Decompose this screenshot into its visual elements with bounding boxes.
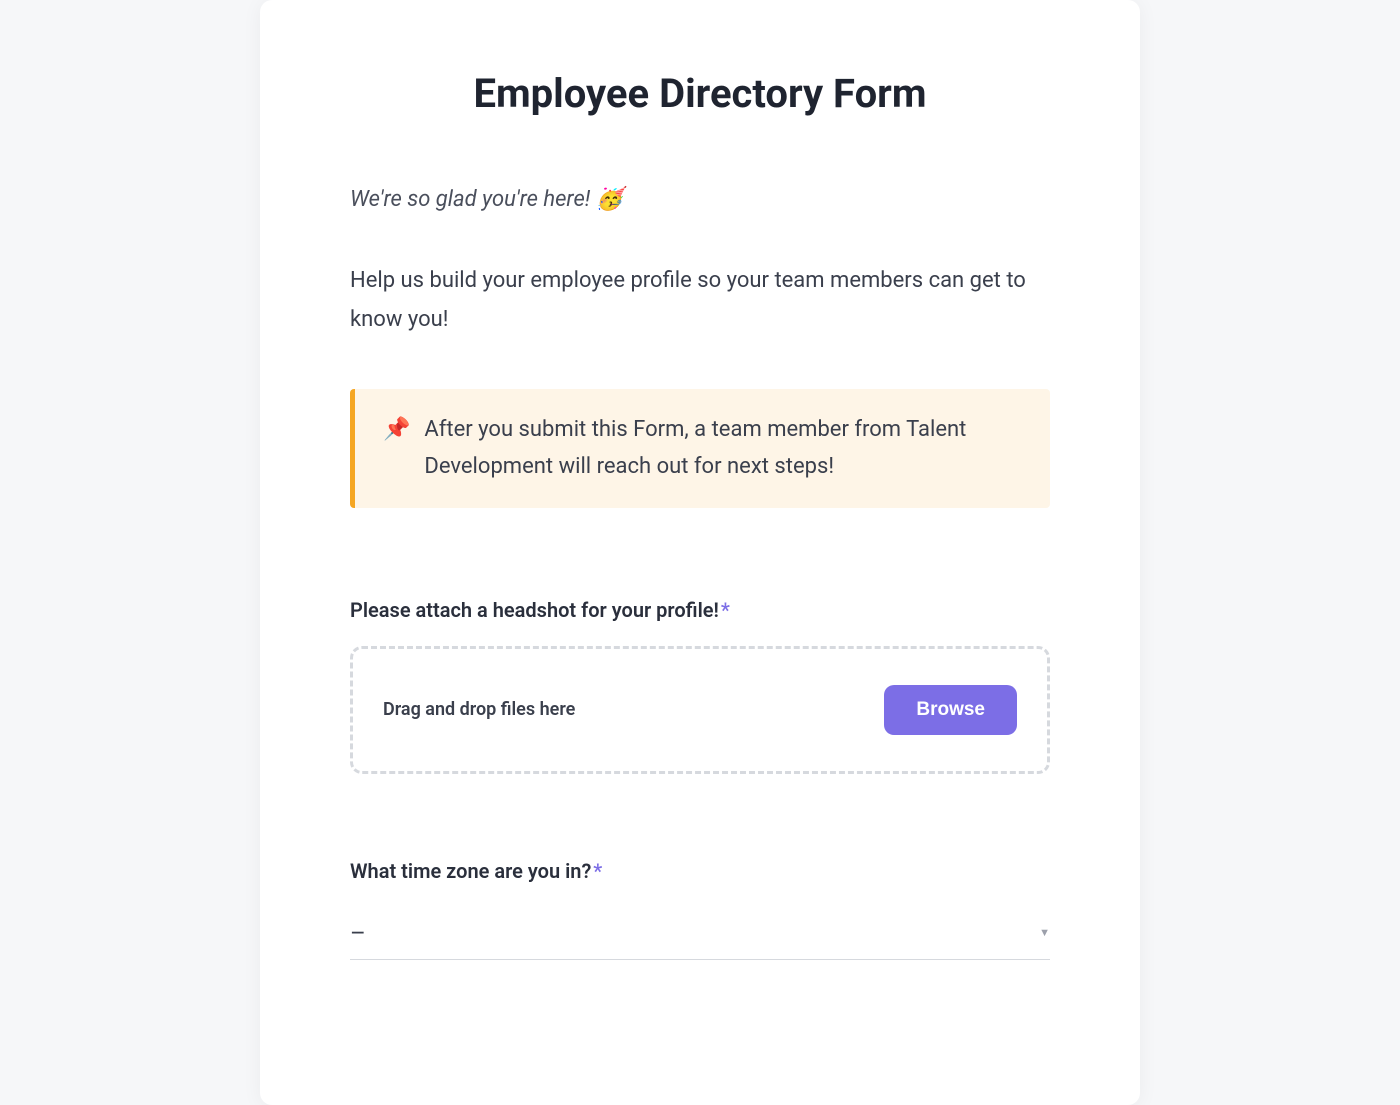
headshot-label-text: Please attach a headshot for your profil… <box>350 598 719 622</box>
callout-text: After you submit this Form, a team membe… <box>424 411 1022 486</box>
timezone-select[interactable]: – ▼ <box>350 907 1050 960</box>
timezone-label: What time zone are you in?* <box>350 859 1050 883</box>
required-asterisk: * <box>593 859 602 883</box>
form-card: Employee Directory Form We're so glad yo… <box>260 0 1140 1105</box>
browse-button[interactable]: Browse <box>884 685 1017 735</box>
page-title: Employee Directory Form <box>350 70 1050 117</box>
headshot-label: Please attach a headshot for your profil… <box>350 598 1050 622</box>
timezone-field-group: What time zone are you in?* – ▼ <box>350 859 1050 960</box>
dropzone-text: Drag and drop files here <box>383 699 575 720</box>
timezone-selected-value: – <box>350 921 366 945</box>
chevron-down-icon: ▼ <box>1039 926 1050 939</box>
required-asterisk: * <box>721 598 730 622</box>
headshot-field-group: Please attach a headshot for your profil… <box>350 598 1050 774</box>
file-dropzone[interactable]: Drag and drop files here Browse <box>350 646 1050 774</box>
intro-help-text: Help us build your employee profile so y… <box>350 262 1050 339</box>
pushpin-icon: 📌 <box>383 413 410 446</box>
callout-inner: 📌 After you submit this Form, a team mem… <box>383 411 1022 486</box>
intro-greeting: We're so glad you're here! 🥳 <box>350 187 1050 212</box>
timezone-label-text: What time zone are you in? <box>350 859 591 883</box>
info-callout: 📌 After you submit this Form, a team mem… <box>350 389 1050 508</box>
